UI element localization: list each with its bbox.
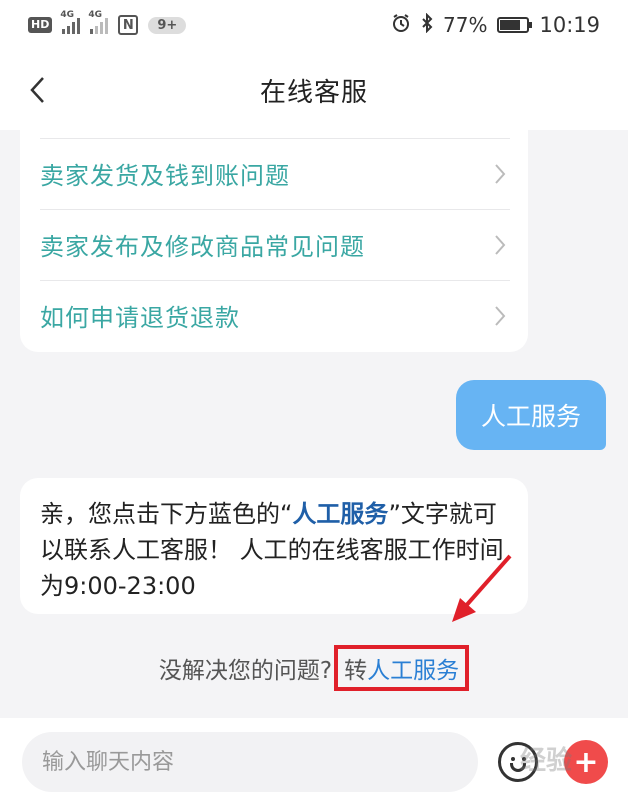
signal-icon: 4G [60, 10, 81, 34]
nfc-icon: N [118, 15, 139, 35]
signal-icon-2: 4G [88, 10, 109, 34]
page-title: 在线客服 [259, 77, 368, 108]
faq-item[interactable]: 卖家发货及钱到账问题 [40, 138, 510, 208]
bot-message-quote-open: “ [280, 500, 293, 528]
app-header: 在线客服 [0, 50, 628, 130]
transfer-prompt: 没解决您的问题? 转 人工服务 [0, 645, 628, 691]
emoji-icon [511, 757, 515, 761]
user-message-bubble: 人工服务 [456, 380, 606, 450]
emoji-button[interactable] [498, 742, 538, 782]
bot-message-quote-close: ” [388, 500, 401, 528]
chevron-right-icon [490, 233, 510, 257]
bot-message-highlight: 人工服务 [292, 500, 389, 528]
transfer-prefix: 转 [344, 658, 368, 684]
hd-icon: HD [28, 17, 53, 33]
faq-item-label: 如何申请退货退款 [40, 304, 240, 332]
annotation-highlight-box: 转 人工服务 [334, 645, 470, 691]
chevron-right-icon [490, 162, 510, 186]
faq-item[interactable]: 如何申请退货退款 [40, 280, 510, 350]
human-service-link[interactable]: 人工服务 [367, 651, 459, 685]
chevron-right-icon [490, 304, 510, 328]
add-button[interactable]: + [564, 740, 608, 784]
faq-item-label: 卖家发货及钱到账问题 [40, 162, 290, 190]
clock-time: 10:19 [539, 13, 600, 37]
battery-percentage: 77% [443, 13, 488, 37]
status-bar-right: 77% 10:19 [391, 12, 600, 38]
transfer-question: 没解决您的问题? [158, 658, 333, 684]
back-button[interactable] [22, 74, 52, 106]
plus-icon: + [573, 744, 599, 780]
battery-icon [497, 17, 533, 33]
annotation-arrow-icon [452, 554, 512, 622]
chat-input[interactable] [22, 732, 478, 792]
faq-item[interactable]: 卖家发布及修改商品常见问题 [40, 209, 510, 279]
faq-card: 卖家发货及钱到账问题 卖家发布及修改商品常见问题 如何申请退货退款 [20, 120, 528, 352]
bluetooth-icon [421, 12, 433, 38]
user-message-text: 人工服务 [480, 402, 581, 431]
status-bar: HD 4G 4G N 9+ 77% 10:19 [0, 0, 628, 50]
bot-message-text: 亲，您点击下方蓝色的 [40, 500, 280, 528]
alarm-icon [391, 13, 411, 38]
status-bar-left: HD 4G 4G N 9+ [28, 10, 187, 35]
notification-count-badge: 9+ [148, 16, 187, 34]
chevron-left-icon [30, 77, 44, 103]
faq-item-label: 卖家发布及修改商品常见问题 [40, 233, 365, 261]
input-bar: + [0, 718, 628, 805]
